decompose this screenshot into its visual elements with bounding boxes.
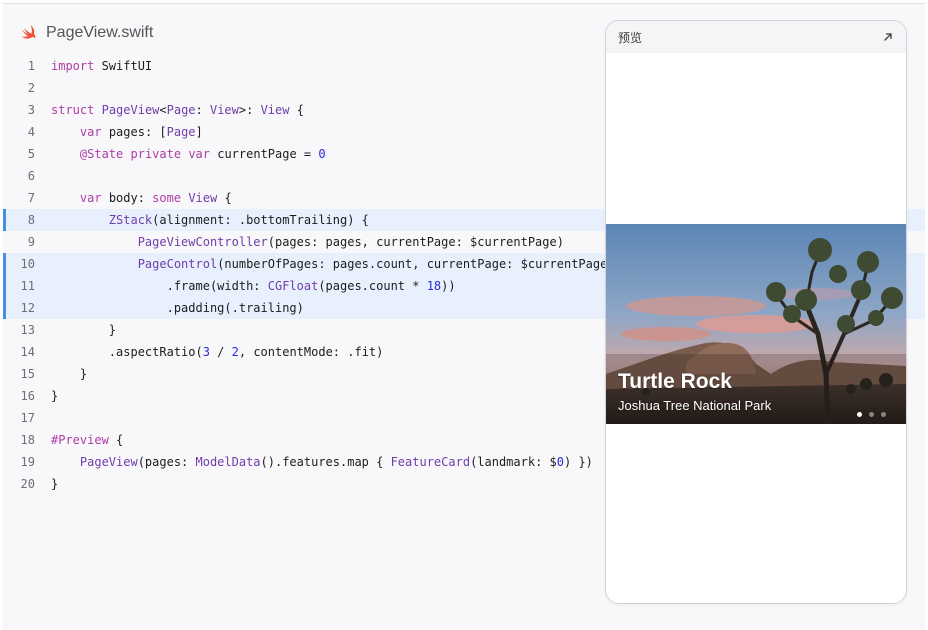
- page-dot[interactable]: [857, 412, 862, 417]
- swift-icon: [21, 25, 36, 39]
- page-dot[interactable]: [881, 412, 886, 417]
- code-text: #Preview {: [51, 433, 124, 447]
- code-text: }: [51, 367, 88, 381]
- code-text: .aspectRatio(3 / 2, contentMode: .fit): [51, 345, 384, 359]
- preview-title: 预览: [618, 30, 643, 45]
- page-dot[interactable]: [869, 412, 874, 417]
- line-number: 6: [27, 169, 35, 183]
- code-text: PageControl(numberOfPages: pages.count, …: [137, 257, 615, 271]
- line-number: 12: [20, 301, 35, 315]
- card-subtitle: Joshua Tree National Park: [618, 398, 772, 413]
- line-number: 18: [20, 433, 35, 447]
- code-text: var body: some View {: [79, 191, 232, 205]
- line-number: 1: [27, 59, 35, 73]
- preview-header: 预览: [606, 21, 906, 53]
- code-panel: PageView.swift 1 import SwiftUI 2 3 struct P…: [3, 3, 925, 630]
- line-number: 15: [20, 367, 35, 381]
- code-text: }: [51, 323, 117, 337]
- line-number: 13: [20, 323, 35, 337]
- code-text: ZStack(alignment: .bottomTrailing) {: [108, 213, 369, 227]
- line-number: 7: [27, 191, 35, 205]
- file-header: PageView.swift: [18, 21, 153, 45]
- code-text: var pages: [Page]: [79, 125, 203, 139]
- line-number: 11: [20, 279, 35, 293]
- line-number: 19: [20, 455, 35, 469]
- code-text: import SwiftUI: [51, 59, 153, 73]
- card-title: Turtle Rock: [618, 370, 732, 393]
- line-number: 8: [27, 213, 35, 227]
- line-number: 20: [20, 477, 35, 491]
- feature-card[interactable]: Turtle Rock Joshua Tree National Park: [606, 224, 906, 424]
- line-number: 10: [20, 257, 35, 271]
- code-text: PageViewController(pages: pages, current…: [137, 235, 564, 249]
- line-number: 4: [27, 125, 35, 139]
- code-text: }: [51, 389, 59, 403]
- code-text: @State private var currentPage = 0: [79, 147, 326, 161]
- line-number: 17: [20, 411, 35, 425]
- code-text: .frame(width: CGFloat(pages.count * 18)): [51, 279, 456, 293]
- code-text: struct PageView<Page: View>: View {: [51, 103, 304, 117]
- page-control[interactable]: [857, 412, 886, 417]
- code-text: PageView(pages: ModelData().features.map…: [79, 455, 593, 469]
- line-number: 14: [20, 345, 35, 359]
- preview-panel: 预览 Turtle Rock Joshua Tree National Park: [605, 20, 907, 604]
- line-number: 16: [20, 389, 35, 403]
- line-number: 2: [27, 81, 35, 95]
- expand-arrow-icon[interactable]: [882, 31, 894, 43]
- line-number: 5: [27, 147, 35, 161]
- code-text: }: [51, 477, 59, 491]
- file-name[interactable]: PageView.swift: [46, 24, 153, 42]
- turtle-rock-photo: [606, 224, 906, 424]
- line-number: 9: [27, 235, 35, 249]
- code-text: .padding(.trailing): [51, 301, 304, 315]
- line-number: 3: [27, 103, 35, 117]
